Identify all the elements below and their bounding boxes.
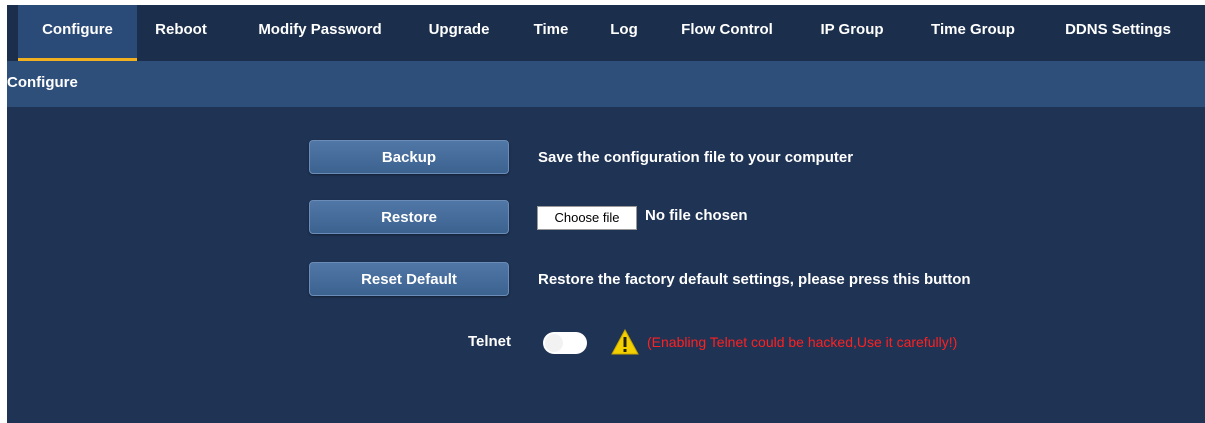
telnet-toggle[interactable]	[543, 332, 587, 354]
warning-icon	[611, 329, 639, 355]
reset-description: Restore the factory default settings, pl…	[538, 271, 971, 288]
restore-button[interactable]: Restore	[309, 200, 509, 234]
toggle-knob	[545, 334, 563, 352]
tab-log[interactable]: Log	[601, 5, 647, 61]
configure-panel: Backup Save the configuration file to yo…	[7, 107, 1205, 423]
tab-time-group[interactable]: Time Group	[919, 5, 1027, 61]
tab-reboot[interactable]: Reboot	[147, 5, 215, 61]
backup-description: Save the configuration file to your comp…	[538, 149, 854, 166]
backup-button[interactable]: Backup	[309, 140, 509, 174]
tab-flow-control[interactable]: Flow Control	[669, 5, 785, 61]
reset-default-button[interactable]: Reset Default	[309, 262, 509, 296]
tab-time[interactable]: Time	[523, 5, 579, 61]
breadcrumb-bar: Configure	[7, 61, 1205, 107]
telnet-warning-text: (Enabling Telnet could be hacked,Use it …	[647, 334, 958, 350]
tab-configure[interactable]: Configure	[18, 5, 137, 61]
choose-file-button[interactable]: Choose file	[537, 206, 637, 230]
app-frame: Configure Reboot Modify Password Upgrade…	[7, 5, 1205, 423]
top-tab-bar: Configure Reboot Modify Password Upgrade…	[7, 5, 1205, 61]
tab-ip-group[interactable]: IP Group	[807, 5, 897, 61]
tab-ddns-settings[interactable]: DDNS Settings	[1047, 5, 1189, 61]
tab-modify-password[interactable]: Modify Password	[245, 5, 395, 61]
file-status: No file chosen	[645, 207, 748, 224]
telnet-label: Telnet	[467, 333, 511, 350]
breadcrumb: Configure	[7, 74, 78, 91]
tab-upgrade[interactable]: Upgrade	[417, 5, 501, 61]
